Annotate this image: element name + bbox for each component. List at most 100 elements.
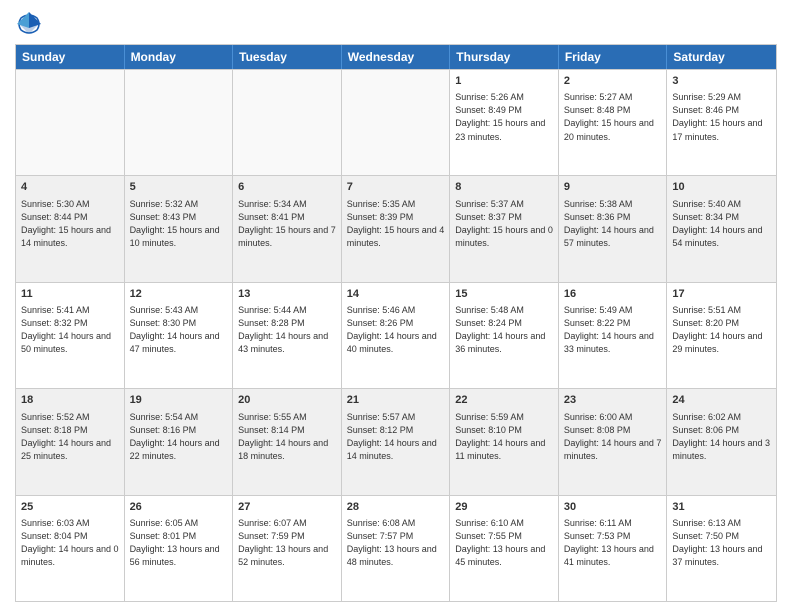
day-info: Sunrise: 5:37 AMSunset: 8:37 PMDaylight:… (455, 198, 553, 250)
day-number: 10 (672, 180, 771, 195)
day-info: Sunrise: 5:32 AMSunset: 8:43 PMDaylight:… (130, 198, 228, 250)
day-number: 4 (21, 180, 119, 195)
empty-cell (342, 70, 451, 175)
day-number: 5 (130, 180, 228, 195)
day-number: 3 (672, 74, 771, 89)
day-number: 14 (347, 287, 445, 302)
day-cell-29: 29 Sunrise: 6:10 AMSunset: 7:55 PMDayligh… (450, 496, 559, 601)
header-cell-sunday: Sunday (16, 45, 125, 69)
day-cell-6: 6 Sunrise: 5:34 AMSunset: 8:41 PMDaylight… (233, 176, 342, 281)
day-info: Sunrise: 5:41 AMSunset: 8:32 PMDaylight:… (21, 304, 119, 356)
day-cell-19: 19Sunrise: 5:54 AMSunset: 8:16 PMDayligh… (125, 389, 234, 494)
day-cell-21: 21 Sunrise: 5:57 AMSunset: 8:12 PMDayligh… (342, 389, 451, 494)
day-info: Sunrise: 5:51 AMSunset: 8:20 PMDaylight:… (672, 304, 771, 356)
day-info: Sunrise: 5:48 AMSunset: 8:24 PMDaylight:… (455, 304, 553, 356)
day-number: 7 (347, 180, 445, 195)
calendar-body: 1Sunrise: 5:26 AMSunset: 8:49 PMDaylight… (16, 69, 776, 601)
day-number: 6 (238, 180, 336, 195)
day-cell-24: 24 Sunrise: 6:02 AMSunset: 8:06 PMDayligh… (667, 389, 776, 494)
empty-cell (125, 70, 234, 175)
day-info: Sunrise: 5:46 AMSunset: 8:26 PMDaylight:… (347, 304, 445, 356)
day-number: 2 (564, 74, 662, 89)
day-number: 21 (347, 393, 445, 408)
header-cell-friday: Friday (559, 45, 668, 69)
day-number: 19 (130, 393, 228, 408)
header (15, 10, 777, 38)
day-number: 1 (455, 74, 553, 89)
day-cell-12: 12 Sunrise: 5:43 AMSunset: 8:30 PMDayligh… (125, 283, 234, 388)
day-info: Sunrise: 6:00 AMSunset: 8:08 PMDaylight:… (564, 411, 662, 463)
day-number: 11 (21, 287, 119, 302)
day-cell-15: 15 Sunrise: 5:48 AMSunset: 8:24 PMDayligh… (450, 283, 559, 388)
day-cell-18: 18 Sunrise: 5:52 AMSunset: 8:18 PMDayligh… (16, 389, 125, 494)
calendar-row-4: 25 Sunrise: 6:03 AMSunset: 8:04 PMDayligh… (16, 495, 776, 601)
day-info: Sunrise: 6:11 AMSunset: 7:53 PMDaylight:… (564, 517, 662, 569)
day-cell-2: 2 Sunrise: 5:27 AMSunset: 8:48 PMDaylight… (559, 70, 668, 175)
day-number: 22 (455, 393, 553, 408)
day-number: 30 (564, 500, 662, 515)
header-cell-tuesday: Tuesday (233, 45, 342, 69)
day-cell-5: 5 Sunrise: 5:32 AMSunset: 8:43 PMDaylight… (125, 176, 234, 281)
day-info: Sunrise: 5:35 AMSunset: 8:39 PMDaylight:… (347, 198, 445, 250)
day-info: Sunrise: 5:34 AMSunset: 8:41 PMDaylight:… (238, 198, 336, 250)
day-cell-22: 22 Sunrise: 5:59 AMSunset: 8:10 PMDayligh… (450, 389, 559, 494)
day-number: 16 (564, 287, 662, 302)
day-number: 28 (347, 500, 445, 515)
day-number: 29 (455, 500, 553, 515)
day-number: 15 (455, 287, 553, 302)
day-info: Sunrise: 6:02 AMSunset: 8:06 PMDaylight:… (672, 411, 771, 463)
day-info: Sunrise: 5:44 AMSunset: 8:28 PMDaylight:… (238, 304, 336, 356)
logo-icon (15, 10, 43, 38)
calendar-row-3: 18 Sunrise: 5:52 AMSunset: 8:18 PMDayligh… (16, 388, 776, 494)
day-info: Sunrise: 6:13 AMSunset: 7:50 PMDaylight:… (672, 517, 771, 569)
day-cell-20: 20 Sunrise: 5:55 AMSunset: 8:14 PMDayligh… (233, 389, 342, 494)
day-info: Sunrise: 6:05 AMSunset: 8:01 PMDaylight:… (130, 517, 228, 569)
day-info: Sunrise: 5:57 AMSunset: 8:12 PMDaylight:… (347, 411, 445, 463)
day-info: Sunrise: 5:27 AMSunset: 8:48 PMDaylight:… (564, 91, 662, 143)
day-info: Sunrise: 5:52 AMSunset: 8:18 PMDaylight:… (21, 411, 119, 463)
day-number: 24 (672, 393, 771, 408)
day-info: Sunrise: 5:55 AMSunset: 8:14 PMDaylight:… (238, 411, 336, 463)
day-cell-3: 3 Sunrise: 5:29 AMSunset: 8:46 PMDaylight… (667, 70, 776, 175)
day-cell-27: 27Sunrise: 6:07 AMSunset: 7:59 PMDayligh… (233, 496, 342, 601)
calendar-row-1: 4 Sunrise: 5:30 AMSunset: 8:44 PMDaylight… (16, 175, 776, 281)
day-number: 23 (564, 393, 662, 408)
calendar-row-2: 11 Sunrise: 5:41 AMSunset: 8:32 PMDayligh… (16, 282, 776, 388)
day-info: Sunrise: 5:49 AMSunset: 8:22 PMDaylight:… (564, 304, 662, 356)
day-info: Sunrise: 6:10 AMSunset: 7:55 PMDaylight:… (455, 517, 553, 569)
day-cell-4: 4 Sunrise: 5:30 AMSunset: 8:44 PMDaylight… (16, 176, 125, 281)
day-info: Sunrise: 5:40 AMSunset: 8:34 PMDaylight:… (672, 198, 771, 250)
day-cell-17: 17Sunrise: 5:51 AMSunset: 8:20 PMDayligh… (667, 283, 776, 388)
day-number: 25 (21, 500, 119, 515)
logo (15, 10, 47, 38)
day-info: Sunrise: 5:38 AMSunset: 8:36 PMDaylight:… (564, 198, 662, 250)
day-number: 31 (672, 500, 771, 515)
day-info: Sunrise: 5:30 AMSunset: 8:44 PMDaylight:… (21, 198, 119, 250)
day-cell-26: 26Sunrise: 6:05 AMSunset: 8:01 PMDayligh… (125, 496, 234, 601)
day-cell-10: 10 Sunrise: 5:40 AMSunset: 8:34 PMDayligh… (667, 176, 776, 281)
day-number: 9 (564, 180, 662, 195)
day-cell-16: 16 Sunrise: 5:49 AMSunset: 8:22 PMDayligh… (559, 283, 668, 388)
day-number: 20 (238, 393, 336, 408)
day-cell-23: 23 Sunrise: 6:00 AMSunset: 8:08 PMDayligh… (559, 389, 668, 494)
day-number: 18 (21, 393, 119, 408)
day-info: Sunrise: 6:03 AMSunset: 8:04 PMDaylight:… (21, 517, 119, 569)
day-cell-25: 25 Sunrise: 6:03 AMSunset: 8:04 PMDayligh… (16, 496, 125, 601)
empty-cell (16, 70, 125, 175)
day-number: 27 (238, 500, 336, 515)
day-number: 13 (238, 287, 336, 302)
calendar-row-0: 1Sunrise: 5:26 AMSunset: 8:49 PMDaylight… (16, 69, 776, 175)
day-info: Sunrise: 5:59 AMSunset: 8:10 PMDaylight:… (455, 411, 553, 463)
header-cell-wednesday: Wednesday (342, 45, 451, 69)
day-cell-14: 14 Sunrise: 5:46 AMSunset: 8:26 PMDayligh… (342, 283, 451, 388)
day-cell-11: 11 Sunrise: 5:41 AMSunset: 8:32 PMDayligh… (16, 283, 125, 388)
day-cell-13: 13 Sunrise: 5:44 AMSunset: 8:28 PMDayligh… (233, 283, 342, 388)
day-number: 12 (130, 287, 228, 302)
day-cell-7: 7 Sunrise: 5:35 AMSunset: 8:39 PMDaylight… (342, 176, 451, 281)
day-info: Sunrise: 5:29 AMSunset: 8:46 PMDaylight:… (672, 91, 771, 143)
day-info: Sunrise: 5:43 AMSunset: 8:30 PMDaylight:… (130, 304, 228, 356)
day-cell-31: 31 Sunrise: 6:13 AMSunset: 7:50 PMDayligh… (667, 496, 776, 601)
page: SundayMondayTuesdayWednesdayThursdayFrid… (0, 0, 792, 612)
calendar: SundayMondayTuesdayWednesdayThursdayFrid… (15, 44, 777, 602)
day-cell-1: 1Sunrise: 5:26 AMSunset: 8:49 PMDaylight… (450, 70, 559, 175)
